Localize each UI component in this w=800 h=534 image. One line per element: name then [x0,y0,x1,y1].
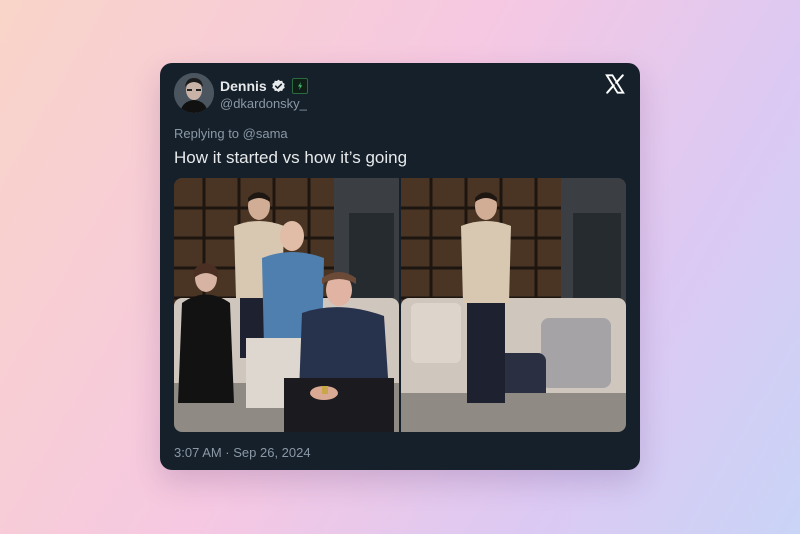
display-name[interactable]: Dennis [220,78,267,94]
avatar[interactable] [174,73,214,113]
tweet-photo-before[interactable] [174,178,399,432]
tweet-media [174,178,626,432]
reply-to-handle[interactable]: @sama [243,126,288,141]
verified-badge-icon [271,79,286,94]
app-badge-icon [291,78,308,94]
tweet-photo-after[interactable] [401,178,626,432]
tweet-card: Dennis @dkardonsky_ Replying to @sama Ho… [160,63,640,470]
author-handle[interactable]: @dkardonsky_ [220,96,307,111]
tweet-text: How it started vs how it’s going [174,148,408,167]
reply-prefix: Replying to [174,126,243,141]
author-name-row: Dennis [220,78,308,94]
reply-context: Replying to @sama [174,126,288,141]
x-logo-icon[interactable] [604,73,626,95]
tweet-timestamp[interactable]: 3:07 AM · Sep 26, 2024 [174,445,311,460]
